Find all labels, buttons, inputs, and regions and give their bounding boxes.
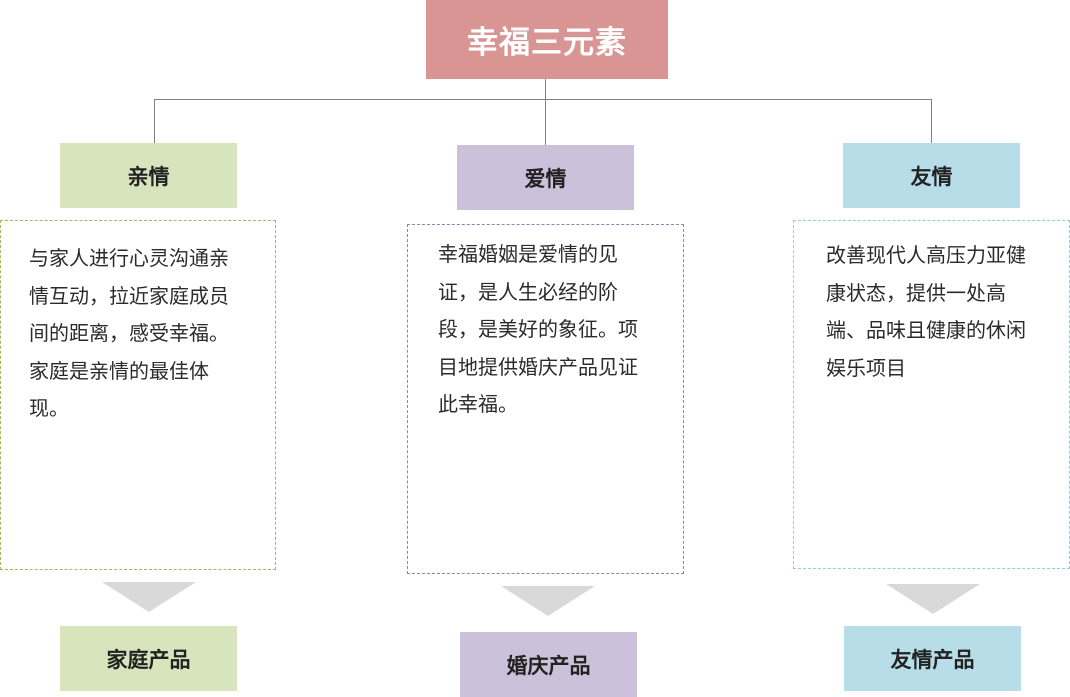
description-line: 端、品味且健康的休闲 [826,318,1026,342]
description-line: 幸福婚姻是爱情的见 [438,242,618,266]
description-line: 段，是美好的象征。项 [438,317,638,341]
down-arrow-icon [886,584,980,614]
product-family: 家庭产品 [60,626,237,691]
description-line: 此幸福。 [438,392,518,416]
description-line: 情互动，拉近家庭成员 [29,283,229,308]
description-line: 现。 [29,396,69,420]
description-line: 间的距离，感受幸福。 [29,321,229,345]
description-line: 娱乐项目 [826,355,906,380]
description-line: 证，是人生必经的阶 [438,279,618,304]
down-arrow-icon [501,586,595,616]
product-wedding: 婚庆产品 [460,632,637,697]
connector-right-drop [931,99,932,144]
category-romantic-love: 爱情 [457,145,634,210]
description-line: 与家人进行心灵沟通亲 [29,246,229,270]
connector-horizontal [154,99,932,100]
diagram-title: 幸福三元素 [426,0,668,79]
description-line: 改善现代人高压力亚健 [826,243,1026,267]
down-arrow-icon [102,582,196,612]
product-friendship: 友情产品 [844,626,1021,691]
description-romantic-love: 幸福婚姻是爱情的见 证，是人生必经的阶 段，是美好的象征。项 目地提供婚庆产品见… [407,224,684,574]
description-line: 康状态，提供一处高 [826,280,1006,305]
description-family-love: 与家人进行心灵沟通亲 情互动，拉近家庭成员 间的距离，感受幸福。 家庭是亲情的最… [0,220,276,570]
connector-center-drop [545,79,546,146]
description-line: 目地提供婚庆产品见证 [438,354,638,379]
description-friendship: 改善现代人高压力亚健 康状态，提供一处高 端、品味且健康的休闲 娱乐项目 [793,220,1070,569]
connector-left-drop [154,99,155,144]
description-line: 家庭是亲情的最佳体 [29,358,209,383]
category-friendship: 友情 [843,143,1020,208]
category-family-love: 亲情 [60,143,237,208]
